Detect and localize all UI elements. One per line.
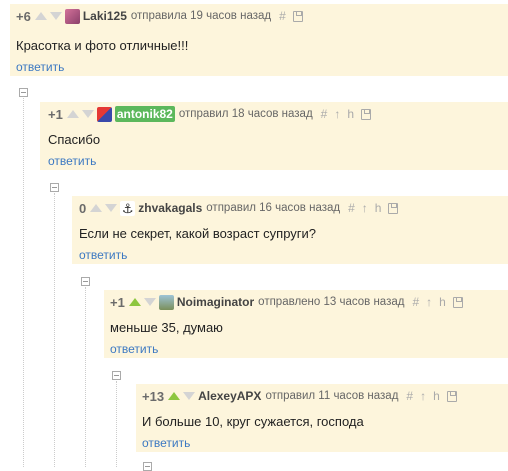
permalink-icon[interactable]: #: [321, 107, 328, 121]
comment-text: Красотка и фото отличные!!!: [16, 38, 189, 53]
permalink-icon[interactable]: #: [406, 389, 413, 403]
comment: +13 AlexeyAPX отправил 11 часов назад # …: [136, 384, 508, 452]
save-icon[interactable]: [452, 296, 463, 308]
comment-header: +1 antonik82 отправил 18 часов назад # ↑…: [48, 102, 508, 126]
downvote-icon[interactable]: [81, 110, 94, 118]
downvote-icon[interactable]: [49, 12, 62, 20]
downvote-icon[interactable]: [183, 392, 196, 400]
permalink-icon[interactable]: #: [412, 295, 419, 309]
comment-header: +1 Noimaginator отправлено 13 часов наза…: [110, 290, 508, 314]
downvote-icon[interactable]: [105, 204, 118, 212]
comment-author[interactable]: Noimaginator: [177, 295, 254, 309]
upvote-icon[interactable]: [34, 12, 47, 20]
thread-icon[interactable]: h: [439, 295, 446, 309]
upvote-icon[interactable]: [90, 204, 103, 212]
save-icon[interactable]: [388, 202, 399, 214]
avatar[interactable]: [158, 294, 174, 310]
parent-comment-icon[interactable]: ↑: [426, 295, 432, 309]
collapse-thread-button[interactable]: [19, 88, 28, 97]
comment-author[interactable]: zhvakagals: [138, 201, 202, 215]
comment-author[interactable]: AlexeyAPX: [198, 389, 261, 403]
save-icon[interactable]: [292, 10, 303, 22]
parent-comment-icon[interactable]: ↑: [334, 107, 340, 121]
permalink-icon[interactable]: #: [279, 9, 286, 23]
parent-comment-icon[interactable]: ↑: [420, 389, 426, 403]
upvote-icon[interactable]: [66, 110, 79, 118]
comment-rating: +1: [110, 294, 125, 310]
avatar[interactable]: [96, 106, 112, 122]
comment-rating: +13: [142, 388, 165, 404]
comment-text: Если не секрет, какой возраст супруги?: [79, 226, 317, 241]
reply-link[interactable]: ответить: [142, 436, 190, 450]
thread-line: [54, 193, 55, 467]
reply-link[interactable]: ответить: [16, 60, 64, 74]
save-icon[interactable]: [361, 108, 372, 120]
comment-rating: +6: [16, 8, 31, 24]
save-icon[interactable]: [446, 390, 457, 402]
comment: +1 Noimaginator отправлено 13 часов наза…: [104, 290, 508, 358]
comment: +6 Laki125 отправила 19 часов назад # Кр…: [10, 4, 508, 76]
comment-text: меньше 35, думаю: [110, 320, 223, 335]
comment-header: +13 AlexeyAPX отправил 11 часов назад # …: [142, 384, 508, 408]
permalink-icon[interactable]: #: [348, 201, 355, 215]
thread-line: [85, 287, 86, 467]
comment-time: отправил 18 часов назад: [178, 108, 313, 120]
downvote-icon[interactable]: [143, 298, 156, 306]
comment-text: Спасибо: [48, 132, 101, 147]
collapse-thread-button[interactable]: [112, 371, 121, 380]
comment-time: отправлено 13 часов назад: [258, 296, 405, 308]
anchor-avatar[interactable]: ⚓: [120, 200, 136, 216]
comment-header: 0 ⚓ zhvakagals отправил 16 часов назад #…: [79, 196, 508, 220]
comment-time: отправил 11 часов назад: [265, 390, 399, 402]
comment-author[interactable]: Laki125: [83, 9, 127, 23]
comment: 0 ⚓ zhvakagals отправил 16 часов назад #…: [72, 196, 508, 264]
thread-line: [23, 98, 24, 467]
upvote-icon[interactable]: [168, 392, 181, 400]
upvote-icon[interactable]: [128, 298, 141, 306]
comment-header: +6 Laki125 отправила 19 часов назад #: [16, 4, 508, 28]
reply-link[interactable]: ответить: [110, 342, 158, 356]
parent-comment-icon[interactable]: ↑: [362, 201, 368, 215]
reply-link[interactable]: ответить: [79, 248, 127, 262]
collapse-thread-button[interactable]: [50, 183, 59, 192]
comment-time: отправил 16 часов назад: [206, 202, 341, 214]
comment-time: отправила 19 часов назад: [130, 10, 272, 22]
collapse-thread-button[interactable]: [81, 277, 90, 286]
comment-text: И больше 10, круг сужается, господа: [142, 414, 364, 429]
avatar[interactable]: [64, 8, 80, 24]
thread-icon[interactable]: h: [433, 389, 440, 403]
comment: +1 antonik82 отправил 18 часов назад # ↑…: [40, 102, 508, 170]
comment-author[interactable]: antonik82: [114, 106, 175, 122]
comment-rating: 0: [79, 200, 87, 216]
thread-line: [116, 381, 117, 467]
thread-icon[interactable]: h: [347, 107, 354, 121]
thread-icon[interactable]: h: [375, 201, 382, 215]
reply-link[interactable]: ответить: [48, 154, 96, 168]
comment-rating: +1: [48, 106, 63, 122]
